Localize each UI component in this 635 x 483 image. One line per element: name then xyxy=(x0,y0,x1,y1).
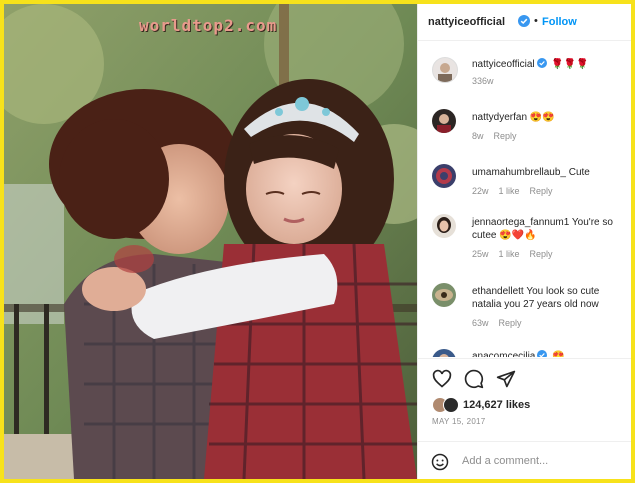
emoji-icon[interactable] xyxy=(431,453,449,476)
verified-badge-icon xyxy=(518,15,530,27)
verified-badge-icon xyxy=(536,58,547,72)
comment-input[interactable] xyxy=(462,453,622,469)
comment-icon[interactable] xyxy=(464,369,484,394)
comment-meta: 63w Reply xyxy=(472,318,522,328)
avatar[interactable] xyxy=(432,57,458,83)
add-comment-bar xyxy=(418,441,631,479)
post-author-username[interactable]: nattyiceofficial xyxy=(428,16,505,28)
post-photo-illustration xyxy=(4,4,417,479)
post-date[interactable]: MAY 15, 2017 xyxy=(432,417,486,426)
post-photo[interactable]: worldtop2.com xyxy=(4,4,417,479)
avatar[interactable] xyxy=(432,283,456,307)
comment-username[interactable]: nattydyerfan xyxy=(472,112,527,123)
post-actions: 124,627 likes MAY 15, 2017 xyxy=(418,358,631,431)
post-header: nattyiceofficial • Follow xyxy=(418,4,631,41)
heart-icon[interactable] xyxy=(432,369,452,394)
watermark-text: worldtop2.com xyxy=(139,16,278,35)
comment-age: 63w xyxy=(472,318,489,328)
reply-button[interactable]: Reply xyxy=(530,249,553,259)
comment-body: umamahumbrellaub_ Cute xyxy=(472,166,626,179)
avatar[interactable] xyxy=(432,214,456,238)
comment-age: 22w xyxy=(472,186,489,196)
likes-count[interactable]: 124,627 likes xyxy=(463,399,530,411)
comment-age: 8w xyxy=(472,131,484,141)
avatar[interactable] xyxy=(432,164,456,188)
instagram-post-window: worldtop2.com nattyiceofficial • Follow … xyxy=(4,4,631,479)
comment-username[interactable]: umamahumbrellaub_ xyxy=(472,167,566,178)
comment-age: 25w xyxy=(472,249,489,259)
comment-meta: 336w xyxy=(472,76,494,86)
comment-username[interactable]: ethandellett xyxy=(472,286,524,297)
comment-meta: 22w 1 like Reply xyxy=(472,186,553,196)
follow-button[interactable]: Follow xyxy=(542,16,577,28)
comment-likes[interactable]: 1 like xyxy=(499,186,520,196)
comment-body: nattydyerfan 😍😍 xyxy=(472,111,626,124)
comment-text: Cute xyxy=(568,167,590,178)
reply-button[interactable]: Reply xyxy=(494,131,517,141)
comment-body: nattyiceofficial 🌹🌹🌹 xyxy=(472,58,626,72)
verified-badge-icon xyxy=(537,350,548,357)
comment-age: 336w xyxy=(472,76,494,86)
comment-username[interactable]: anacomcecilia xyxy=(472,351,535,357)
separator-dot: • xyxy=(534,15,538,27)
avatar[interactable] xyxy=(432,109,456,133)
comment-username[interactable]: nattyiceofficial xyxy=(472,59,535,70)
comments-list[interactable]: nattyiceofficial 🌹🌹🌹 336w nattydyerfan 😍… xyxy=(418,41,631,357)
avatar xyxy=(443,397,459,413)
comment-body: anacomcecilia 😍 xyxy=(472,350,626,357)
avatar[interactable] xyxy=(432,349,456,357)
comment-text: 🌹🌹🌹 xyxy=(551,59,589,70)
comment-text: 😍 xyxy=(552,351,565,357)
reply-button[interactable]: Reply xyxy=(499,318,522,328)
comment-meta: 8w Reply xyxy=(472,131,517,141)
reply-button[interactable]: Reply xyxy=(530,186,553,196)
comment-likes[interactable]: 1 like xyxy=(499,249,520,259)
comment-meta: 25w 1 like Reply xyxy=(472,249,553,259)
post-side-panel: nattyiceofficial • Follow nattyiceoffici… xyxy=(417,4,631,479)
comment-body: jennaortega_fannum1 You're so cutee 😍❤️🔥 xyxy=(472,216,626,242)
share-icon[interactable] xyxy=(496,369,516,394)
comment-text: 😍😍 xyxy=(529,112,555,123)
comment-username[interactable]: jennaortega_fannum1 xyxy=(472,217,569,228)
comment-body: ethandellett You look so cute natalia yo… xyxy=(472,285,626,311)
